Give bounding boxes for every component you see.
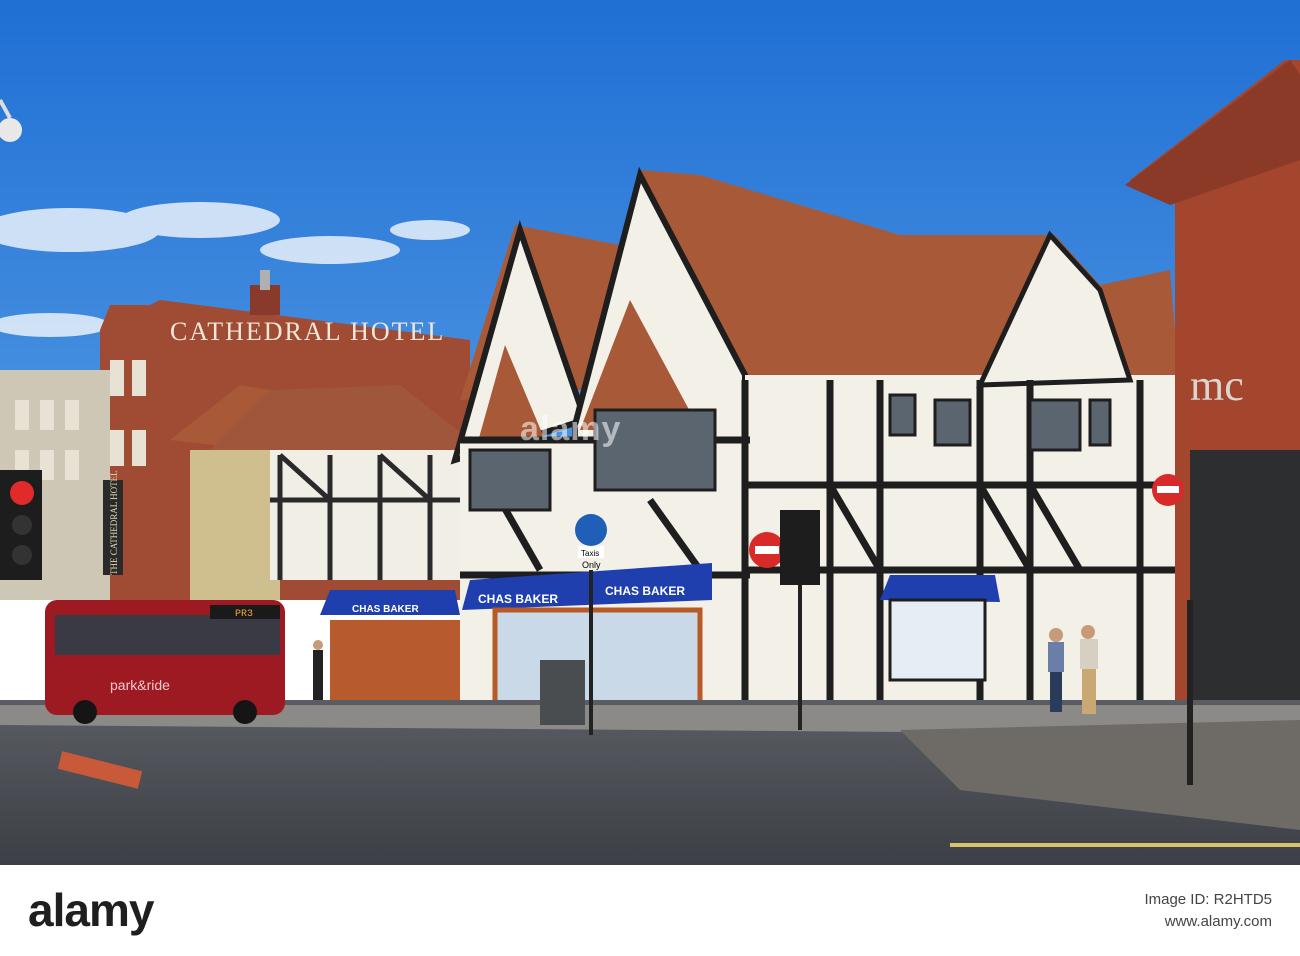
- svg-text:CHAS BAKER: CHAS BAKER: [352, 604, 419, 615]
- hotel-sign-text: CATHEDRAL HOTEL: [170, 317, 445, 346]
- street-photo: CATHEDRAL HOTEL THE CATHEDRAL HOTEL mc C…: [0, 0, 1300, 865]
- footer-bar: alamy Image ID: R2HTD5 www.alamy.com: [0, 865, 1300, 956]
- svg-text:park&ride: park&ride: [110, 677, 170, 693]
- image-id-line2: www.alamy.com: [1164, 913, 1272, 930]
- alamy-logo: alamy: [28, 884, 154, 936]
- svg-text:PR3: PR3: [235, 609, 253, 620]
- svg-text:Taxis: Taxis: [581, 549, 599, 558]
- svg-text:Only: Only: [582, 560, 601, 570]
- awning-right: [880, 575, 1000, 602]
- image-id: Image ID: R2HTD5 www.alamy.com: [1144, 889, 1272, 933]
- image-id-line1: Image ID: R2HTD5: [1144, 891, 1272, 908]
- svg-text:CHAS BAKER: CHAS BAKER: [478, 592, 558, 606]
- hotel-vertical-sign: THE CATHEDRAL HOTEL: [109, 470, 119, 575]
- building-letters-right: mc: [1190, 361, 1244, 410]
- svg-text:CHAS BAKER: CHAS BAKER: [605, 584, 685, 598]
- bus: PR3 park&ride: [45, 600, 285, 724]
